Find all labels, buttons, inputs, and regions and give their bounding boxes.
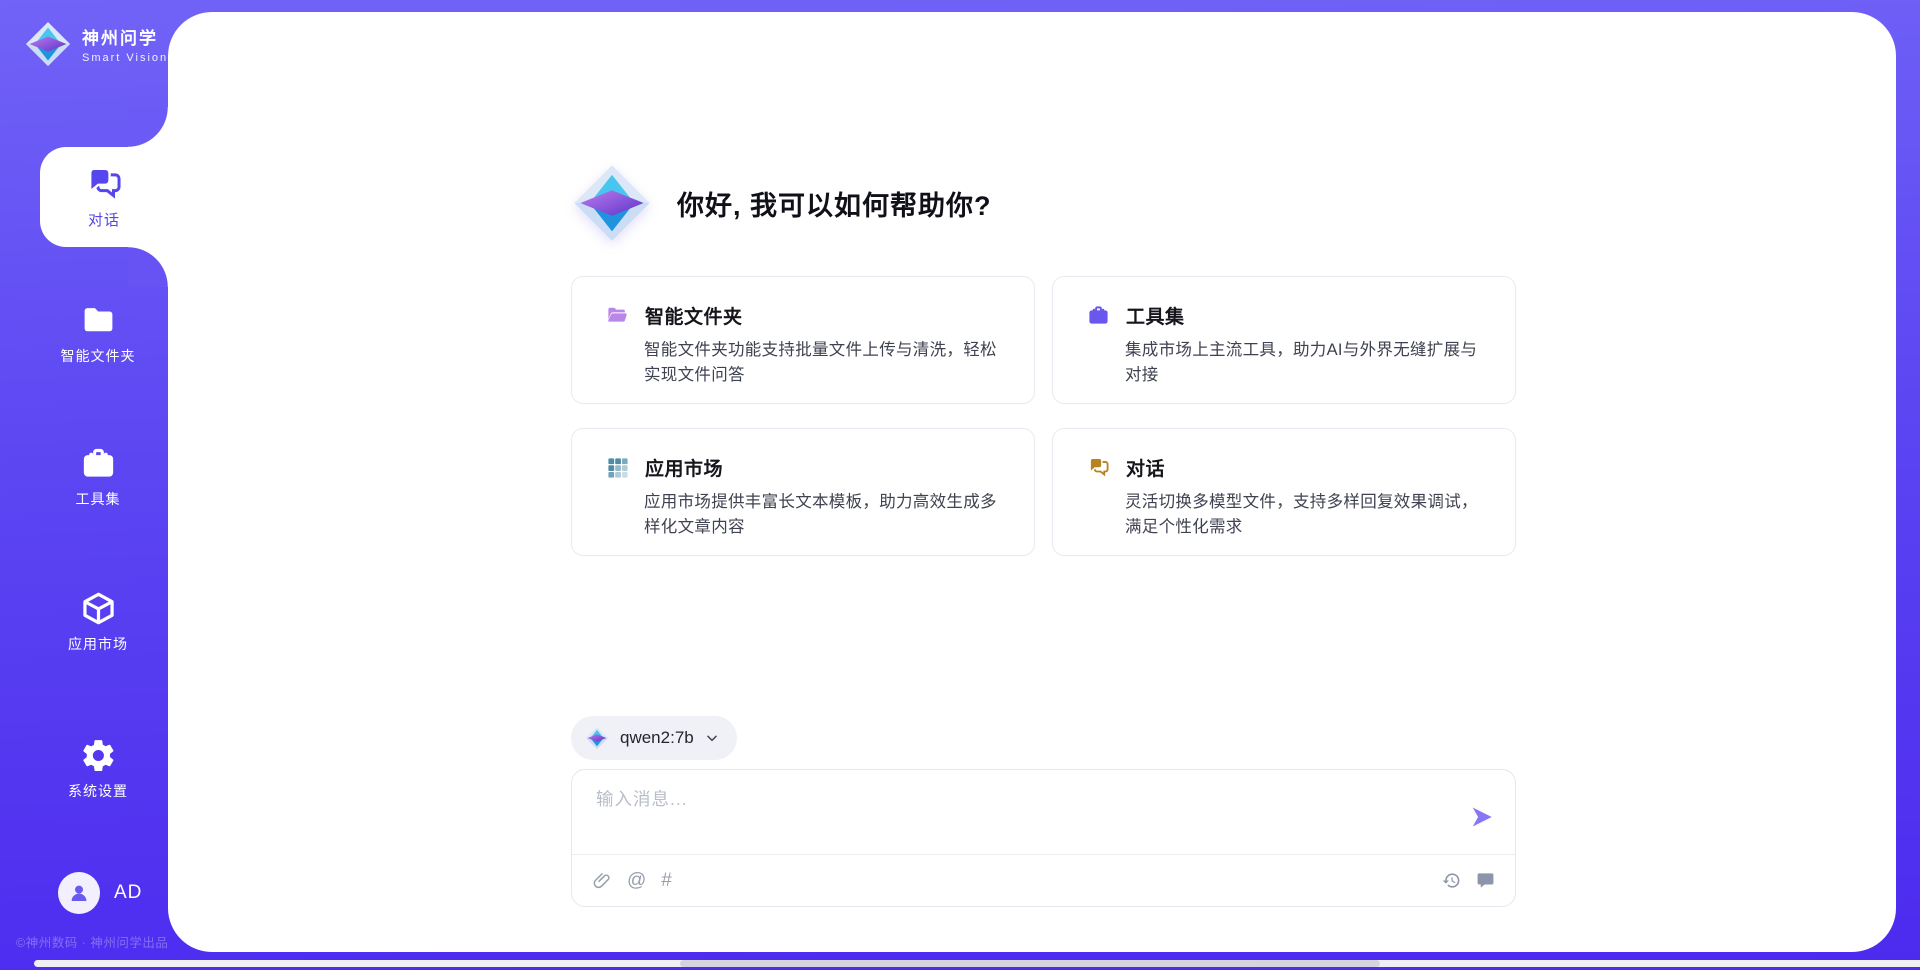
diamond-logo-icon — [24, 20, 72, 68]
message-composer: @ # — [571, 769, 1516, 907]
card-smart-folder[interactable]: 智能文件夹 智能文件夹功能支持批量文件上传与清洗，轻松实现文件问答 — [571, 276, 1035, 404]
sidebar-item-label: 对话 — [88, 209, 120, 230]
card-toolset[interactable]: 工具集 集成市场上主流工具，助力AI与外界无缝扩展与对接 — [1052, 276, 1516, 404]
card-title: 对话 — [1126, 454, 1165, 481]
sidebar-item-label: 应用市场 — [68, 634, 128, 654]
avatar — [58, 872, 100, 914]
card-app-market[interactable]: 应用市场 应用市场提供丰富长文本模板，助力高效生成多样化文章内容 — [571, 428, 1035, 556]
message-icon[interactable] — [1476, 871, 1495, 890]
card-description: 集成市场上主流工具，助力AI与外界无缝扩展与对接 — [1125, 338, 1487, 388]
toolbox-icon — [1087, 304, 1110, 327]
grid-icon — [606, 456, 629, 479]
greeting-block: 你好, 我可以如何帮助你? — [571, 162, 992, 244]
cube-icon — [80, 590, 117, 627]
send-arrow-icon[interactable] — [1469, 804, 1495, 830]
paperclip-icon[interactable] — [592, 871, 612, 891]
message-input[interactable] — [596, 786, 1456, 844]
copyright-text: ©神州数码 · 神州问学出品 — [16, 932, 168, 951]
sidebar-item-chat[interactable]: 对话 — [40, 147, 168, 247]
chat-bubbles-icon — [1087, 456, 1110, 479]
card-description: 应用市场提供丰富长文本模板，助力高效生成多样化文章内容 — [644, 490, 1006, 540]
at-icon[interactable]: @ — [627, 871, 646, 890]
history-icon[interactable] — [1442, 871, 1461, 890]
card-chat[interactable]: 对话 灵活切换多模型文件，支持多样回复效果调试，满足个性化需求 — [1052, 428, 1516, 556]
composer-toolbar: @ # — [572, 854, 1515, 906]
tab-fillet-top — [128, 107, 168, 147]
greeting-title: 你好, 我可以如何帮助你? — [677, 184, 992, 223]
card-title: 智能文件夹 — [645, 302, 743, 329]
toolbox-icon — [80, 445, 117, 482]
scrollbar-thumb[interactable] — [680, 960, 1380, 967]
brand-subtitle: Smart Vision — [82, 52, 168, 64]
card-description: 智能文件夹功能支持批量文件上传与清洗，轻松实现文件问答 — [644, 338, 1006, 388]
main-content: 你好, 我可以如何帮助你? 智能文件夹 智能文件夹功能支持批量文件上传与清洗，轻… — [168, 12, 1896, 952]
card-title: 工具集 — [1126, 302, 1185, 329]
model-selector[interactable]: qwen2:7b — [571, 716, 737, 760]
sidebar-item-settings[interactable]: 系统设置 — [28, 737, 168, 801]
sidebar-item-label: 系统设置 — [68, 781, 128, 801]
card-description: 灵活切换多模型文件，支持多样回复效果调试，满足个性化需求 — [1125, 490, 1487, 540]
chevron-down-icon — [705, 731, 719, 745]
open-folder-icon — [606, 304, 629, 327]
sidebar-item-folders[interactable]: 智能文件夹 — [28, 302, 168, 366]
sidebar-item-label: 智能文件夹 — [61, 346, 136, 366]
card-title: 应用市场 — [645, 454, 723, 481]
diamond-logo-icon — [571, 162, 653, 244]
person-icon — [67, 881, 91, 905]
sidebar-item-tools[interactable]: 工具集 — [28, 445, 168, 509]
folder-icon — [80, 302, 117, 339]
chat-bubbles-icon — [85, 165, 123, 203]
sidebar-item-apps[interactable]: 应用市场 — [28, 590, 168, 654]
hash-icon[interactable]: # — [661, 871, 672, 890]
brand-name: 神州问学 — [82, 24, 168, 49]
gear-icon — [80, 737, 117, 774]
diamond-logo-icon — [585, 726, 609, 750]
brand-logo: 神州问学 Smart Vision — [24, 20, 168, 68]
feature-cards: 智能文件夹 智能文件夹功能支持批量文件上传与清洗，轻松实现文件问答 工具集 集成… — [571, 276, 1516, 556]
model-name: qwen2:7b — [620, 728, 694, 748]
user-account[interactable]: AD — [58, 872, 142, 914]
user-name: AD — [114, 882, 142, 904]
horizontal-scrollbar[interactable] — [34, 960, 1920, 967]
sidebar-item-label: 工具集 — [76, 489, 121, 509]
tab-fillet-bottom — [128, 247, 168, 287]
